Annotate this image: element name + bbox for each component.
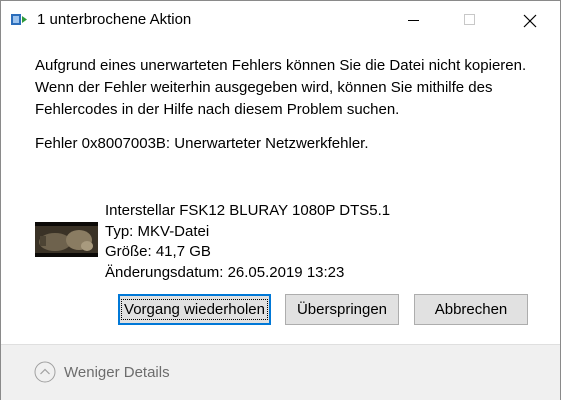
file-size: Größe: 41,7 GB bbox=[105, 243, 211, 260]
maximize-icon bbox=[464, 14, 475, 25]
message-line: Aufgrund eines unerwarteten Fehlers könn… bbox=[35, 57, 527, 74]
minimize-button[interactable] bbox=[391, 1, 437, 39]
message-line: Fehlercodes in der Hilfe nach diesem Pro… bbox=[35, 101, 400, 118]
dialog-footer: Weniger Details bbox=[1, 344, 560, 400]
cancel-button-label: Abbrechen bbox=[434, 301, 508, 318]
title-bar: 1 unterbrochene Aktion bbox=[1, 1, 560, 39]
chevron-up-circle-icon bbox=[34, 361, 56, 383]
file-copy-icon bbox=[10, 11, 30, 27]
cancel-button[interactable]: Abbrechen bbox=[414, 294, 528, 325]
dialog-window: 1 unterbrochene Aktion Aufgrund eines un… bbox=[0, 0, 561, 400]
maximize-button[interactable] bbox=[447, 1, 493, 39]
file-modified: Änderungsdatum: 26.05.2019 13:23 bbox=[105, 263, 345, 281]
skip-button[interactable]: Überspringen bbox=[285, 294, 399, 325]
minimize-icon bbox=[408, 20, 419, 21]
file-type: Typ: MKV-Datei bbox=[105, 222, 210, 240]
error-message: Aufgrund eines unerwarteten Fehlers könn… bbox=[35, 55, 535, 121]
close-button[interactable] bbox=[506, 1, 552, 39]
retry-button-label: Vorgang wiederholen bbox=[121, 299, 268, 320]
less-details-toggle[interactable]: Weniger Details bbox=[34, 361, 170, 383]
window-title: 1 unterbrochene Aktion bbox=[37, 11, 192, 28]
close-icon bbox=[523, 14, 537, 28]
less-details-label: Weniger Details bbox=[64, 363, 170, 381]
skip-button-label: Überspringen bbox=[296, 301, 388, 318]
file-thumbnail bbox=[35, 222, 98, 257]
message-line: Wenn der Fehler weiterhin ausgegeben wir… bbox=[35, 79, 493, 96]
file-name: Interstellar FSK12 BLURAY 1080P DTS5.1 bbox=[105, 202, 391, 219]
retry-button[interactable]: Vorgang wiederholen bbox=[118, 294, 271, 325]
error-code: Fehler 0x8007003B: Unerwarteter Netzwerk… bbox=[35, 135, 369, 152]
file-details: Interstellar FSK12 BLURAY 1080P DTS5.1 T… bbox=[105, 201, 390, 283]
